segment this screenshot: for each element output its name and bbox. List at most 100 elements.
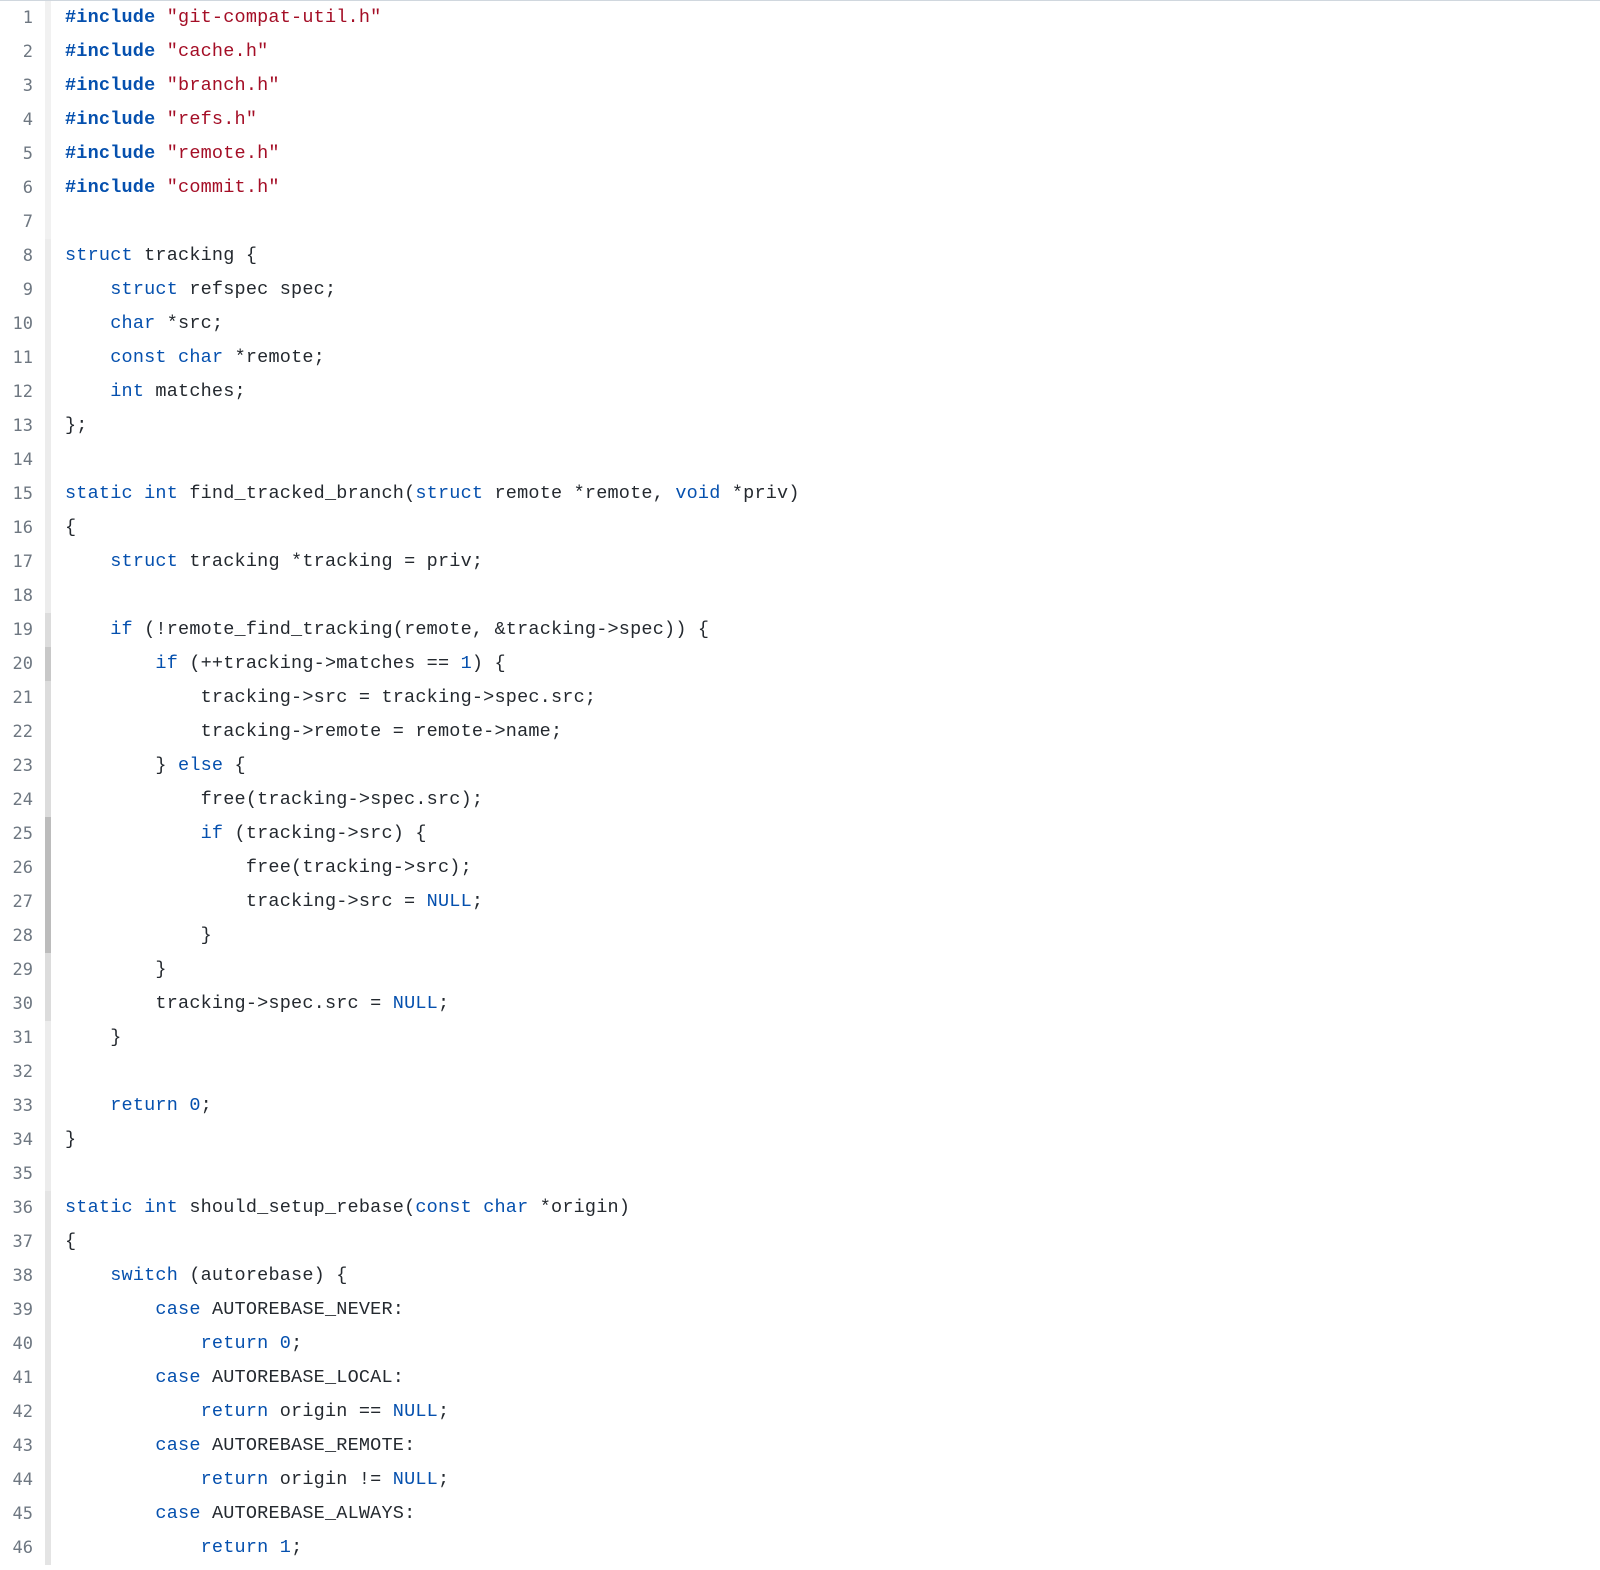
line-number[interactable]: 17 bbox=[0, 545, 45, 579]
line-number[interactable]: 20 bbox=[0, 647, 45, 681]
line-number[interactable]: 25 bbox=[0, 817, 45, 851]
code-content[interactable]: #include "cache.h" bbox=[51, 35, 1600, 69]
code-line[interactable]: 41 case AUTOREBASE_LOCAL: bbox=[0, 1361, 1600, 1395]
code-line[interactable]: 43 case AUTOREBASE_REMOTE: bbox=[0, 1429, 1600, 1463]
line-number[interactable]: 36 bbox=[0, 1191, 45, 1225]
code-line[interactable]: 20 if (++tracking->matches == 1) { bbox=[0, 647, 1600, 681]
code-content[interactable]: if (tracking->src) { bbox=[51, 817, 1600, 851]
code-content[interactable]: #include "git-compat-util.h" bbox=[51, 1, 1600, 35]
code-line[interactable]: 38 switch (autorebase) { bbox=[0, 1259, 1600, 1293]
code-line[interactable]: 31 } bbox=[0, 1021, 1600, 1055]
code-line[interactable]: 1#include "git-compat-util.h" bbox=[0, 1, 1600, 35]
line-number[interactable]: 2 bbox=[0, 35, 45, 69]
line-number[interactable]: 3 bbox=[0, 69, 45, 103]
code-content[interactable]: return 0; bbox=[51, 1089, 1600, 1123]
line-number[interactable]: 23 bbox=[0, 749, 45, 783]
code-line[interactable]: 11 const char *remote; bbox=[0, 341, 1600, 375]
line-number[interactable]: 7 bbox=[0, 205, 45, 239]
code-content[interactable] bbox=[51, 1157, 1600, 1191]
code-content[interactable]: case AUTOREBASE_REMOTE: bbox=[51, 1429, 1600, 1463]
code-line[interactable]: 46 return 1; bbox=[0, 1531, 1600, 1565]
code-line[interactable]: 34} bbox=[0, 1123, 1600, 1157]
code-content[interactable]: #include "remote.h" bbox=[51, 137, 1600, 171]
code-content[interactable]: { bbox=[51, 511, 1600, 545]
line-number[interactable]: 19 bbox=[0, 613, 45, 647]
code-line[interactable]: 32 bbox=[0, 1055, 1600, 1089]
code-line[interactable]: 35 bbox=[0, 1157, 1600, 1191]
code-line[interactable]: 2#include "cache.h" bbox=[0, 35, 1600, 69]
code-content[interactable]: } bbox=[51, 919, 1600, 953]
code-line[interactable]: 14 bbox=[0, 443, 1600, 477]
code-content[interactable]: return 1; bbox=[51, 1531, 1600, 1565]
code-content[interactable]: case AUTOREBASE_LOCAL: bbox=[51, 1361, 1600, 1395]
code-line[interactable]: 33 return 0; bbox=[0, 1089, 1600, 1123]
code-content[interactable]: static int should_setup_rebase(const cha… bbox=[51, 1191, 1600, 1225]
code-line[interactable]: 29 } bbox=[0, 953, 1600, 987]
code-content[interactable]: struct tracking *tracking = priv; bbox=[51, 545, 1600, 579]
code-line[interactable]: 45 case AUTOREBASE_ALWAYS: bbox=[0, 1497, 1600, 1531]
code-line[interactable]: 36static int should_setup_rebase(const c… bbox=[0, 1191, 1600, 1225]
code-content[interactable] bbox=[51, 579, 1600, 613]
line-number[interactable]: 9 bbox=[0, 273, 45, 307]
code-content[interactable]: struct refspec spec; bbox=[51, 273, 1600, 307]
code-content[interactable]: } bbox=[51, 953, 1600, 987]
line-number[interactable]: 14 bbox=[0, 443, 45, 477]
line-number[interactable]: 4 bbox=[0, 103, 45, 137]
code-content[interactable] bbox=[51, 1055, 1600, 1089]
line-number[interactable]: 30 bbox=[0, 987, 45, 1021]
code-line[interactable]: 44 return origin != NULL; bbox=[0, 1463, 1600, 1497]
code-content[interactable]: tracking->src = tracking->spec.src; bbox=[51, 681, 1600, 715]
line-number[interactable]: 29 bbox=[0, 953, 45, 987]
code-content[interactable]: case AUTOREBASE_NEVER: bbox=[51, 1293, 1600, 1327]
code-content[interactable]: }; bbox=[51, 409, 1600, 443]
line-number[interactable]: 5 bbox=[0, 137, 45, 171]
line-number[interactable]: 6 bbox=[0, 171, 45, 205]
line-number[interactable]: 16 bbox=[0, 511, 45, 545]
code-line[interactable]: 22 tracking->remote = remote->name; bbox=[0, 715, 1600, 749]
code-line[interactable]: 23 } else { bbox=[0, 749, 1600, 783]
code-line[interactable]: 26 free(tracking->src); bbox=[0, 851, 1600, 885]
line-number[interactable]: 28 bbox=[0, 919, 45, 953]
code-content[interactable]: return origin == NULL; bbox=[51, 1395, 1600, 1429]
code-line[interactable]: 8struct tracking { bbox=[0, 239, 1600, 273]
line-number[interactable]: 21 bbox=[0, 681, 45, 715]
code-line[interactable]: 10 char *src; bbox=[0, 307, 1600, 341]
code-content[interactable]: tracking->spec.src = NULL; bbox=[51, 987, 1600, 1021]
line-number[interactable]: 11 bbox=[0, 341, 45, 375]
code-content[interactable]: { bbox=[51, 1225, 1600, 1259]
line-number[interactable]: 1 bbox=[0, 1, 45, 35]
code-content[interactable]: int matches; bbox=[51, 375, 1600, 409]
code-line[interactable]: 6#include "commit.h" bbox=[0, 171, 1600, 205]
code-content[interactable]: static int find_tracked_branch(struct re… bbox=[51, 477, 1600, 511]
code-content[interactable]: #include "branch.h" bbox=[51, 69, 1600, 103]
code-line[interactable]: 13}; bbox=[0, 409, 1600, 443]
code-content[interactable] bbox=[51, 205, 1600, 239]
line-number[interactable]: 13 bbox=[0, 409, 45, 443]
line-number[interactable]: 15 bbox=[0, 477, 45, 511]
code-line[interactable]: 30 tracking->spec.src = NULL; bbox=[0, 987, 1600, 1021]
code-content[interactable]: return 0; bbox=[51, 1327, 1600, 1361]
code-line[interactable]: 39 case AUTOREBASE_NEVER: bbox=[0, 1293, 1600, 1327]
line-number[interactable]: 37 bbox=[0, 1225, 45, 1259]
line-number[interactable]: 45 bbox=[0, 1497, 45, 1531]
code-line[interactable]: 15static int find_tracked_branch(struct … bbox=[0, 477, 1600, 511]
line-number[interactable]: 34 bbox=[0, 1123, 45, 1157]
line-number[interactable]: 8 bbox=[0, 239, 45, 273]
line-number[interactable]: 18 bbox=[0, 579, 45, 613]
code-line[interactable]: 18 bbox=[0, 579, 1600, 613]
code-content[interactable]: if (++tracking->matches == 1) { bbox=[51, 647, 1600, 681]
code-content[interactable]: if (!remote_find_tracking(remote, &track… bbox=[51, 613, 1600, 647]
code-content[interactable]: tracking->remote = remote->name; bbox=[51, 715, 1600, 749]
code-content[interactable]: char *src; bbox=[51, 307, 1600, 341]
code-line[interactable]: 21 tracking->src = tracking->spec.src; bbox=[0, 681, 1600, 715]
code-line[interactable]: 40 return 0; bbox=[0, 1327, 1600, 1361]
code-content[interactable]: } bbox=[51, 1123, 1600, 1157]
code-line[interactable]: 17 struct tracking *tracking = priv; bbox=[0, 545, 1600, 579]
code-line[interactable]: 25 if (tracking->src) { bbox=[0, 817, 1600, 851]
line-number[interactable]: 12 bbox=[0, 375, 45, 409]
code-content[interactable]: return origin != NULL; bbox=[51, 1463, 1600, 1497]
code-content[interactable]: tracking->src = NULL; bbox=[51, 885, 1600, 919]
line-number[interactable]: 42 bbox=[0, 1395, 45, 1429]
code-line[interactable]: 37{ bbox=[0, 1225, 1600, 1259]
line-number[interactable]: 26 bbox=[0, 851, 45, 885]
